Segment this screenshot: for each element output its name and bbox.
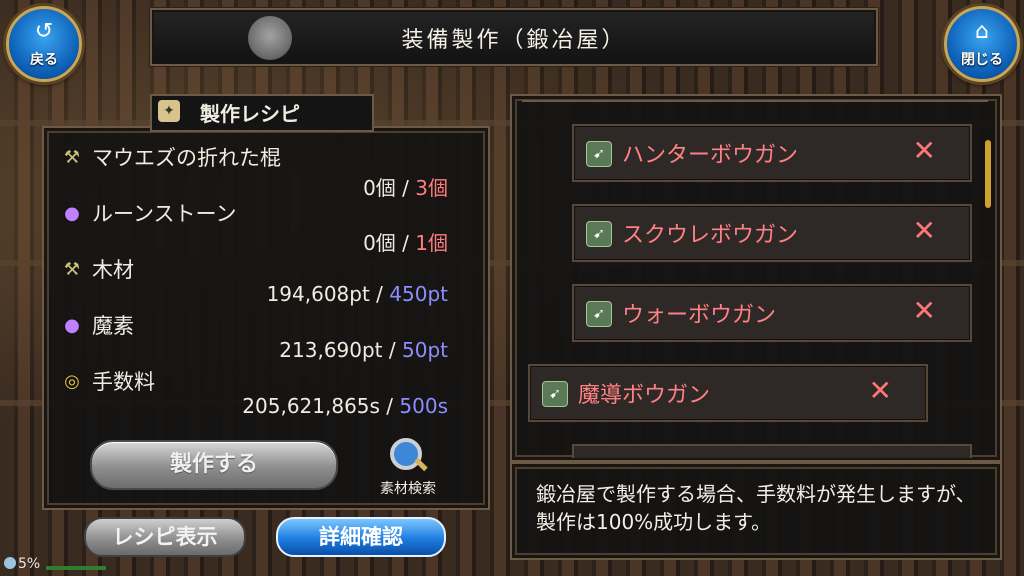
need-count: 3個 — [415, 176, 448, 200]
unavailable-mark: ✕ — [868, 374, 892, 407]
need-count: 500s — [399, 394, 448, 418]
list-item-selected[interactable]: ➹ 魔導ボウガン ✕ — [528, 364, 928, 422]
item-name: ハンターボウガン — [622, 143, 799, 168]
recipe-title: 製作レシピ — [200, 102, 300, 126]
back-arrow-icon: ↺ — [34, 19, 54, 44]
list-item[interactable]: ➹ ウォーボウガン ✕ — [572, 284, 972, 342]
separator: / — [388, 338, 396, 362]
recipe-book-icon: ✦ — [158, 100, 180, 122]
list-item[interactable]: ➹ スクウレボウガン ✕ — [572, 204, 972, 262]
detail-button[interactable]: 詳細確認 — [276, 517, 446, 557]
material-name: 魔素 — [92, 314, 134, 338]
separator: / — [402, 231, 409, 255]
need-count: 450pt — [389, 282, 448, 306]
material-name: 手数料 — [92, 370, 155, 394]
home-icon: ⌂ — [975, 19, 989, 44]
back-label: 戻る — [30, 52, 58, 68]
material-search-button[interactable]: 素材検索 — [368, 436, 448, 497]
material-quantity: 213,690pt / 50pt — [279, 338, 448, 362]
list-item-partial[interactable] — [572, 444, 972, 458]
item-name: ウォーボウガン — [622, 303, 777, 328]
material-quantity: 205,621,865s / 500s — [242, 394, 448, 418]
item-name: スクウレボウガン — [622, 223, 799, 248]
make-button[interactable]: 製作する — [90, 440, 338, 490]
status-icon — [4, 557, 16, 569]
crossbow-icon: ➹ — [542, 381, 568, 407]
list-item[interactable]: ➹ ハンターボウガン ✕ — [572, 124, 972, 182]
have-count: 0個 — [363, 176, 396, 200]
have-count: 194,608pt — [266, 282, 370, 306]
material-name: 木材 — [92, 258, 134, 282]
recipe-view-button[interactable]: レシピ表示 — [84, 517, 246, 557]
separator: / — [376, 282, 383, 306]
list-scrollbar[interactable] — [985, 140, 991, 208]
page-title: 装備製作（鍛冶屋） — [401, 28, 627, 53]
material-search-label: 素材検索 — [380, 481, 436, 497]
list-top-rule — [522, 100, 988, 102]
material-quantity: 194,608pt / 450pt — [267, 282, 448, 306]
rune-orb-icon: ● — [64, 203, 80, 224]
coin-icon: ◎ — [64, 371, 80, 392]
status-bar — [46, 566, 106, 570]
item-name: 魔導ボウガン — [578, 383, 711, 408]
percent-text: 5% — [18, 556, 41, 572]
crossbow-icon: ➹ — [586, 221, 612, 247]
info-message: 鍛冶屋で製作する場合、手数料が発生しますが、製作は100%成功します。 — [536, 482, 976, 534]
crossbow-icon: ➹ — [586, 301, 612, 327]
material-quantity: 0個 / 1個 — [363, 227, 448, 256]
crossbow-icon: ➹ — [586, 141, 612, 167]
close-label: 閉じる — [961, 52, 1003, 68]
have-count: 0個 — [363, 231, 396, 255]
staff-icon: ⚒ — [63, 147, 81, 168]
wood-icon: ⚒ — [63, 259, 81, 280]
need-count: 50pt — [402, 338, 448, 362]
unavailable-mark: ✕ — [912, 134, 936, 167]
close-button[interactable]: ⌂ 閉じる — [944, 6, 1020, 82]
mana-orb-icon: ● — [64, 315, 80, 336]
material-name: マウエズの折れた棍 — [92, 146, 281, 170]
back-button[interactable]: ↺ 戻る — [6, 6, 82, 82]
have-count: 205,621,865s — [242, 394, 380, 418]
need-count: 1個 — [415, 231, 448, 255]
title-bar: 装備製作（鍛冶屋） — [150, 8, 878, 66]
unavailable-mark: ✕ — [912, 294, 936, 327]
material-name: ルーンストーン — [92, 202, 237, 226]
separator: / — [402, 176, 409, 200]
separator: / — [386, 394, 394, 418]
have-count: 213,690pt — [279, 338, 383, 362]
status-percent: 5% — [4, 556, 40, 572]
unavailable-mark: ✕ — [912, 214, 936, 247]
material-quantity: 0個 / 3個 — [363, 172, 448, 201]
